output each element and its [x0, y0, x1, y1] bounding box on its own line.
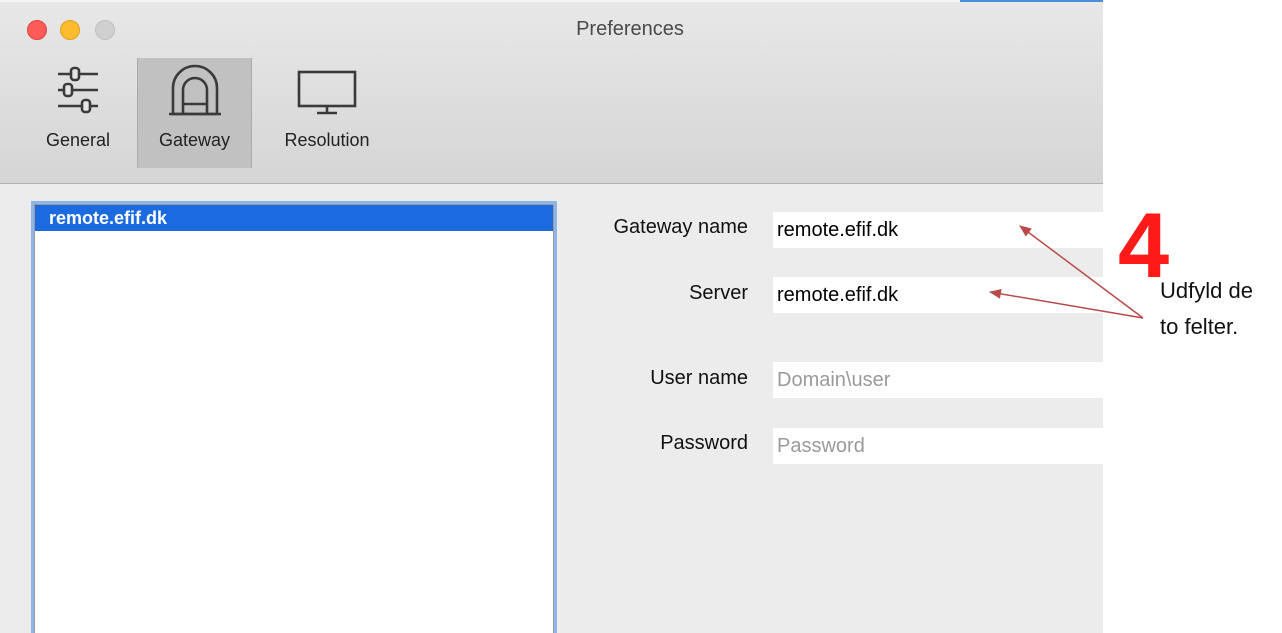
- callout-line-1: Udfyld de: [1160, 278, 1253, 303]
- callout-line-2: to felter.: [1160, 314, 1239, 339]
- callout-text: Udfyld de to felter.: [1160, 273, 1282, 345]
- annotation-arrows: [989, 225, 1144, 319]
